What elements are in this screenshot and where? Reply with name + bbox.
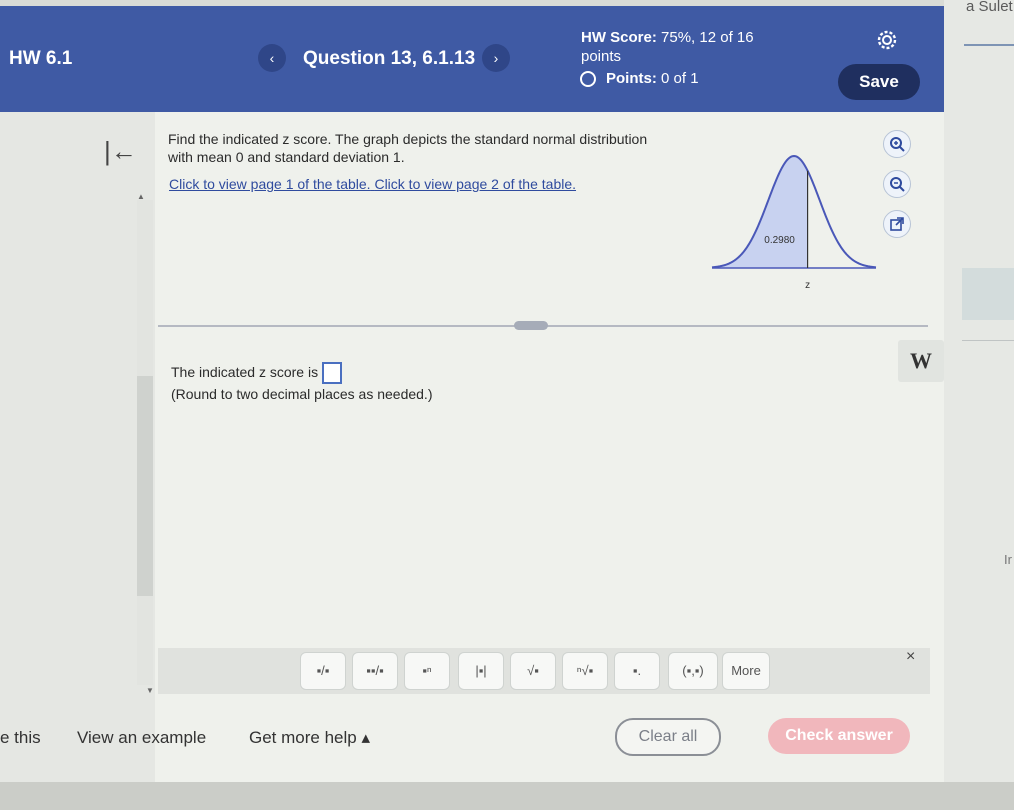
fraction-button[interactable]: ▪/▪ bbox=[300, 652, 346, 690]
exponent-button[interactable]: ▪ⁿ bbox=[404, 652, 450, 690]
hw-score-label: HW Score: bbox=[581, 29, 657, 46]
area-label: 0.2980 bbox=[764, 235, 795, 246]
answer-hint: (Round to two decimal places as needed.) bbox=[171, 386, 433, 403]
nth-root-button[interactable]: ⁿ√▪ bbox=[562, 652, 608, 690]
toolbar-close-icon[interactable]: × bbox=[906, 648, 915, 666]
open-external-icon[interactable] bbox=[883, 210, 911, 238]
w-side-button[interactable]: W bbox=[898, 340, 944, 382]
question-points: Points: 0 of 1 bbox=[580, 70, 699, 87]
zoom-out-icon[interactable] bbox=[883, 170, 911, 198]
assignment-title: HW 6.1 bbox=[9, 48, 73, 69]
question-title: Question 13, 6.1.13 bbox=[303, 48, 476, 69]
left-panel bbox=[0, 112, 155, 782]
z-axis-label: z bbox=[805, 280, 810, 291]
right-panel-band bbox=[962, 268, 1014, 320]
answer-area: The indicated z score is (Round to two d… bbox=[171, 362, 432, 404]
hw-score: HW Score: 75%, 12 of 16 points bbox=[581, 28, 781, 66]
get-more-help-link[interactable]: Get more help ▴ bbox=[249, 728, 370, 748]
gear-icon[interactable] bbox=[875, 28, 899, 52]
zoom-in-icon[interactable] bbox=[883, 130, 911, 158]
scroll-up-arrow-icon[interactable]: ▲ bbox=[137, 192, 145, 201]
top-header: HW 6.1 ‹ Question 13, 6.1.13 › HW Score:… bbox=[0, 6, 944, 112]
question-text-line-2: with mean 0 and standard deviation 1. bbox=[168, 149, 405, 165]
footer-cut-link[interactable]: e this bbox=[0, 728, 41, 748]
decimal-button[interactable]: ▪. bbox=[614, 652, 660, 690]
graph-tools bbox=[883, 130, 913, 250]
ordered-pair-button[interactable]: (▪,▪) bbox=[668, 652, 718, 690]
question-text: Find the indicated z score. The graph de… bbox=[168, 130, 688, 166]
check-answer-button[interactable]: Check answer bbox=[768, 718, 910, 754]
z-score-answer-input[interactable] bbox=[322, 362, 343, 385]
right-background-panel bbox=[944, 0, 1014, 810]
view-example-link[interactable]: View an example bbox=[77, 728, 206, 748]
question-text-line-1: Find the indicated z score. The graph de… bbox=[168, 131, 648, 147]
save-button[interactable]: Save bbox=[838, 64, 920, 100]
collapse-panel-icon[interactable]: |← bbox=[104, 136, 137, 167]
shaded-area bbox=[712, 156, 808, 268]
more-button[interactable]: More bbox=[722, 652, 770, 690]
divider-drag-handle[interactable] bbox=[514, 321, 548, 330]
previous-question-button[interactable]: ‹ bbox=[258, 44, 286, 72]
normal-distribution-graph: 0.2980 z bbox=[711, 154, 877, 291]
hw-score-value: 75%, 12 of 16 bbox=[661, 29, 754, 46]
mixed-number-button[interactable]: ▪▪/▪ bbox=[352, 652, 398, 690]
left-scrollbar-thumb[interactable] bbox=[137, 376, 153, 596]
points-label: Points: bbox=[606, 70, 657, 87]
corner-user-text: a Sulet bbox=[966, 0, 1013, 15]
right-cut-text: Ir bbox=[1004, 552, 1012, 567]
table-links: Click to view page 1 of the table. Click… bbox=[169, 176, 576, 192]
right-panel-line bbox=[964, 44, 1014, 46]
answer-prompt: The indicated z score is bbox=[171, 364, 319, 380]
chevron-right-icon: › bbox=[493, 50, 499, 66]
table-page-2-link[interactable]: Click to view page 2 of the table. bbox=[374, 176, 576, 192]
scroll-down-arrow-icon[interactable]: ▼ bbox=[146, 686, 154, 695]
absolute-value-button[interactable]: |▪| bbox=[458, 652, 504, 690]
right-panel-divider bbox=[962, 340, 1014, 341]
hw-score-unit: points bbox=[581, 48, 622, 65]
square-root-button[interactable]: √▪ bbox=[510, 652, 556, 690]
points-value: 0 of 1 bbox=[661, 70, 699, 87]
next-question-button[interactable]: › bbox=[482, 44, 510, 72]
chevron-left-icon: ‹ bbox=[269, 50, 275, 66]
clear-all-button[interactable]: Clear all bbox=[615, 718, 721, 756]
table-page-1-link[interactable]: Click to view page 1 of the table. bbox=[169, 176, 371, 192]
bottom-strip bbox=[0, 782, 1014, 810]
points-status-icon bbox=[580, 70, 596, 87]
